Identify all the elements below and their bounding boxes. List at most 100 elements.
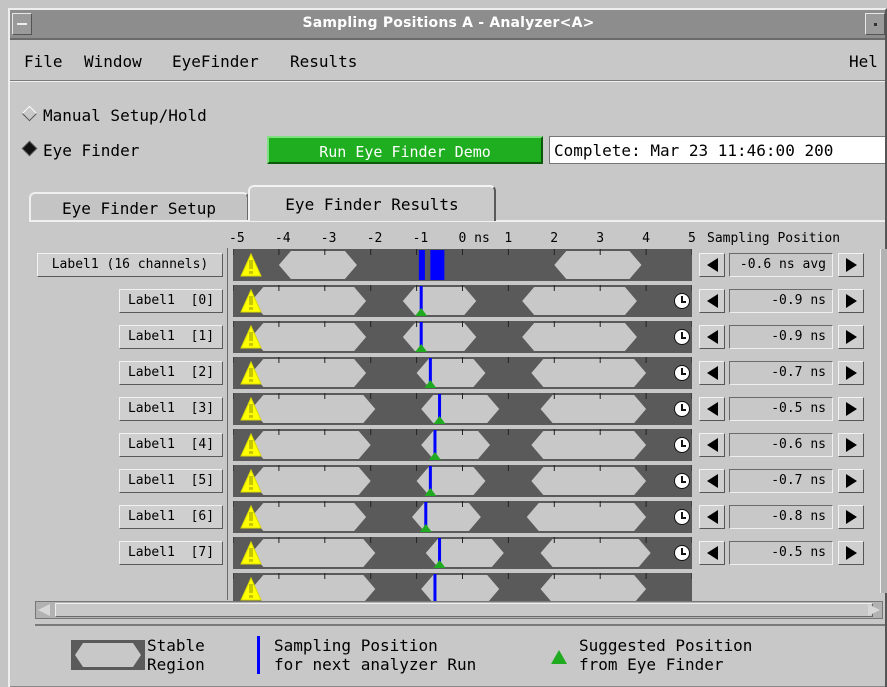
left-arrow-icon xyxy=(707,474,718,488)
clock-icon xyxy=(674,329,690,345)
axis-tick-label: -3 xyxy=(320,231,337,246)
channel-label-button[interactable]: Label1 [0] xyxy=(119,289,223,313)
sampling-position-value: -0.7 ns xyxy=(729,361,833,385)
decrease-sampling-button[interactable] xyxy=(699,289,725,313)
increase-sampling-button[interactable] xyxy=(838,433,864,457)
label-column-divider xyxy=(227,248,228,600)
tab-eye-finder-setup[interactable]: Eye Finder Setup xyxy=(29,192,249,222)
stable-region xyxy=(540,395,647,423)
sampling-position-value: -0.6 ns avg xyxy=(729,253,833,277)
decrease-sampling-button[interactable] xyxy=(699,325,725,349)
stable-region xyxy=(251,323,367,351)
stable-region xyxy=(531,431,647,459)
stable-region xyxy=(531,467,647,495)
left-arrow-icon xyxy=(707,294,718,308)
status-field: Complete: Mar 23 11:46:00 200 xyxy=(549,136,885,164)
channel-label-button[interactable]: Label1 [7] xyxy=(119,541,223,565)
sampling-position-marker xyxy=(418,250,425,280)
channel-label-button[interactable]: Label1 [5] xyxy=(119,469,223,493)
warning-icon-mark xyxy=(249,260,253,269)
increase-sampling-button[interactable] xyxy=(838,541,864,565)
legend: Stable Region Sampling Position for next… xyxy=(35,624,885,682)
horizontal-scrollbar[interactable] xyxy=(35,601,883,619)
menu-eyefinder[interactable]: EyeFinder xyxy=(172,52,259,71)
warning-icon-dot xyxy=(249,343,253,346)
vertical-scrollbar[interactable] xyxy=(880,249,887,593)
increase-sampling-button[interactable] xyxy=(838,361,864,385)
decrease-sampling-button[interactable] xyxy=(699,469,725,493)
scroll-left-icon[interactable] xyxy=(38,604,50,616)
menu-file[interactable]: File xyxy=(24,52,63,71)
decrease-sampling-button[interactable] xyxy=(699,361,725,385)
channel-label-button[interactable]: Label1 [3] xyxy=(119,397,223,421)
clock-icon xyxy=(674,401,690,417)
increase-sampling-button[interactable] xyxy=(838,253,864,277)
right-arrow-icon xyxy=(846,474,857,488)
warning-icon-dot xyxy=(249,271,253,274)
increase-sampling-button[interactable] xyxy=(838,505,864,529)
warning-icon-mark xyxy=(249,440,253,449)
increase-sampling-button[interactable] xyxy=(838,325,864,349)
increase-sampling-button[interactable] xyxy=(838,469,864,493)
left-arrow-icon xyxy=(707,366,718,380)
stable-region xyxy=(421,575,500,601)
stable-region xyxy=(402,287,477,315)
right-arrow-icon xyxy=(846,294,857,308)
stable-region xyxy=(554,251,642,279)
warning-icon-mark xyxy=(249,548,253,557)
radio-manual-setup-hold[interactable]: Manual Setup/Hold xyxy=(21,105,207,125)
stable-region xyxy=(278,251,357,279)
clock-icon xyxy=(674,293,690,309)
title-bar[interactable]: Sampling Positions A - Analyzer<A> xyxy=(10,10,885,40)
sampling-position-value: -0.7 ns xyxy=(729,469,833,493)
clock-icon xyxy=(674,437,690,453)
channel-label-button[interactable]: Label1 [1] xyxy=(119,325,223,349)
sampling-position-value: -0.6 ns xyxy=(729,433,833,457)
decrease-sampling-button[interactable] xyxy=(699,433,725,457)
right-arrow-icon xyxy=(846,258,857,272)
decrease-sampling-button[interactable] xyxy=(699,505,725,529)
menu-results[interactable]: Results xyxy=(290,52,357,71)
channel-label-button[interactable]: Label1 (16 channels) xyxy=(37,253,223,277)
stable-region xyxy=(531,359,647,387)
channel-label-button[interactable]: Label1 [6] xyxy=(119,505,223,529)
clock-icon xyxy=(674,509,690,525)
clock-icon xyxy=(674,365,690,381)
tab-eye-finder-results[interactable]: Eye Finder Results xyxy=(248,185,496,221)
left-arrow-icon xyxy=(707,402,718,416)
radio-selected-icon xyxy=(21,140,38,157)
warning-icon-dot xyxy=(249,451,253,454)
axis-tick-label: 4 xyxy=(642,231,650,246)
legend-sampling-text: Sampling Position for next analyzer Run xyxy=(274,636,477,674)
stable-region xyxy=(251,395,376,423)
decrease-sampling-button[interactable] xyxy=(699,541,725,565)
stable-region xyxy=(522,323,637,351)
eye-diagram xyxy=(233,249,692,601)
decrease-sampling-button[interactable] xyxy=(699,397,725,421)
warning-icon-mark xyxy=(249,512,253,521)
channel-label-button[interactable]: Label1 [2] xyxy=(119,361,223,385)
menu-window[interactable]: Window xyxy=(84,52,142,71)
increase-sampling-button[interactable] xyxy=(838,289,864,313)
increase-sampling-button[interactable] xyxy=(838,397,864,421)
warning-icon-dot xyxy=(249,379,253,382)
stable-region xyxy=(251,503,367,531)
radio-eye-finder[interactable]: Eye Finder xyxy=(21,140,139,160)
scroll-thumb[interactable] xyxy=(55,603,873,617)
menu-help[interactable]: Hel xyxy=(849,52,878,71)
scroll-right-icon[interactable] xyxy=(868,604,880,616)
right-arrow-icon xyxy=(846,330,857,344)
window-title: Sampling Positions A - Analyzer<A> xyxy=(302,15,595,31)
axis-tick-label: -5 xyxy=(229,231,245,246)
warning-icon-mark xyxy=(249,404,253,413)
run-eye-finder-demo-button[interactable]: Run Eye Finder Demo xyxy=(267,136,543,164)
channel-label-button[interactable]: Label1 [4] xyxy=(119,433,223,457)
right-arrow-icon xyxy=(846,402,857,416)
decrease-sampling-button[interactable] xyxy=(699,253,725,277)
stable-region xyxy=(251,359,367,387)
legend-suggested-text: Suggested Position from Eye Finder xyxy=(579,636,753,674)
stable-region xyxy=(416,467,486,495)
right-arrow-icon xyxy=(846,366,857,380)
maximize-button[interactable] xyxy=(865,13,885,35)
sampling-position-line xyxy=(433,574,437,601)
